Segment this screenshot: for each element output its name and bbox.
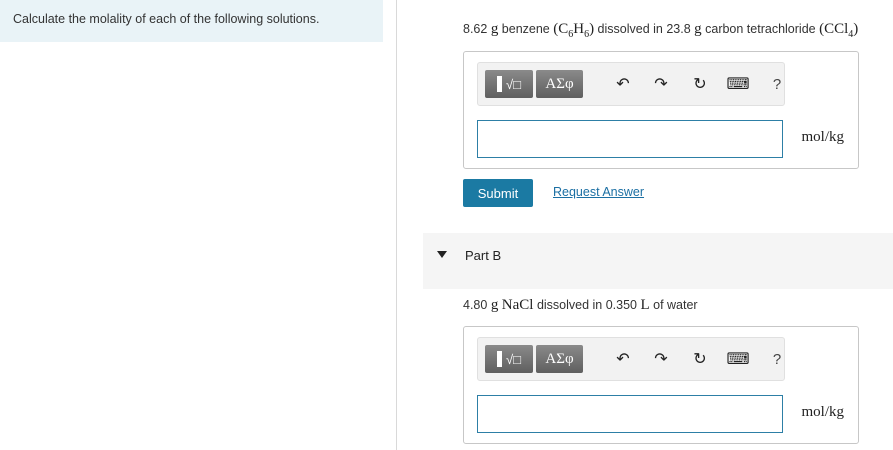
qa-text2: dissolved in 23.8 xyxy=(594,22,695,36)
cursor-bar-icon xyxy=(497,351,502,367)
sqrt-icon: √□ xyxy=(506,351,521,367)
part-a-unit: mol/kg xyxy=(801,129,844,145)
qa-text3: carbon tetrachloride xyxy=(701,22,820,36)
part-a-math-toolbar: √□ ΑΣφ ↶ ↷ ↻ ⌨ ? xyxy=(477,62,785,106)
keyboard-icon[interactable]: ⌨ xyxy=(726,73,749,95)
undo-icon[interactable]: ↶ xyxy=(612,348,634,370)
qa-formula-ccl4: (CCl4) xyxy=(819,21,859,40)
templates-button[interactable]: √□ xyxy=(485,345,533,373)
instruction-text: Calculate the molality of each of the fo… xyxy=(13,12,320,26)
request-answer-link[interactable]: Request Answer xyxy=(553,185,644,199)
part-b-answer-input[interactable] xyxy=(477,395,783,433)
greek-symbols-button[interactable]: ΑΣφ xyxy=(536,70,583,98)
submit-button[interactable]: Submit xyxy=(463,179,533,207)
cursor-bar-icon xyxy=(497,76,502,92)
qb-text1: dissolved in 0.350 xyxy=(533,298,641,312)
qa-unit-g2: g xyxy=(694,21,702,37)
reset-icon[interactable]: ↻ xyxy=(689,348,711,370)
redo-icon[interactable]: ↷ xyxy=(650,348,672,370)
question-panel: 8.62 g benzene (C6H6) dissolved in 23.8 … xyxy=(397,0,893,450)
instructions-panel: Calculate the molality of each of the fo… xyxy=(0,0,397,450)
qa-formula-benzene: (C6H6) xyxy=(553,21,595,40)
qa-amount: 8.62 xyxy=(463,22,491,36)
part-a-answer-frame: √□ ΑΣφ ↶ ↷ ↻ ⌨ ? mol/kg xyxy=(463,51,859,169)
part-b-answer-frame: √□ ΑΣφ ↶ ↷ ↻ ⌨ ? mol/kg xyxy=(463,326,859,444)
redo-icon[interactable]: ↷ xyxy=(650,73,672,95)
part-a-question: 8.62 g benzene (C6H6) dissolved in 23.8 … xyxy=(463,21,858,40)
reset-icon[interactable]: ↻ xyxy=(689,73,711,95)
qb-amount: 4.80 xyxy=(463,298,491,312)
collapse-caret-icon[interactable] xyxy=(437,251,447,258)
undo-icon[interactable]: ↶ xyxy=(612,73,634,95)
qa-text1: benzene xyxy=(498,22,554,36)
sqrt-icon: √□ xyxy=(506,76,521,92)
help-icon[interactable]: ? xyxy=(766,348,788,370)
qb-text2: of water xyxy=(649,298,698,312)
help-icon[interactable]: ? xyxy=(766,73,788,95)
part-b-math-toolbar: √□ ΑΣφ ↶ ↷ ↻ ⌨ ? xyxy=(477,337,785,381)
part-b-unit: mol/kg xyxy=(801,404,844,420)
greek-symbols-button[interactable]: ΑΣφ xyxy=(536,345,583,373)
qb-unit-liter: L xyxy=(640,297,650,313)
part-b-title: Part B xyxy=(465,248,502,263)
part-a-answer-input[interactable] xyxy=(477,120,783,158)
templates-button[interactable]: √□ xyxy=(485,70,533,98)
instruction-box: Calculate the molality of each of the fo… xyxy=(0,0,383,42)
qb-formula-nacl: NaCl xyxy=(501,297,534,313)
keyboard-icon[interactable]: ⌨ xyxy=(726,348,749,370)
part-b-question: 4.80 g NaCl dissolved in 0.350 L of wate… xyxy=(463,297,698,314)
